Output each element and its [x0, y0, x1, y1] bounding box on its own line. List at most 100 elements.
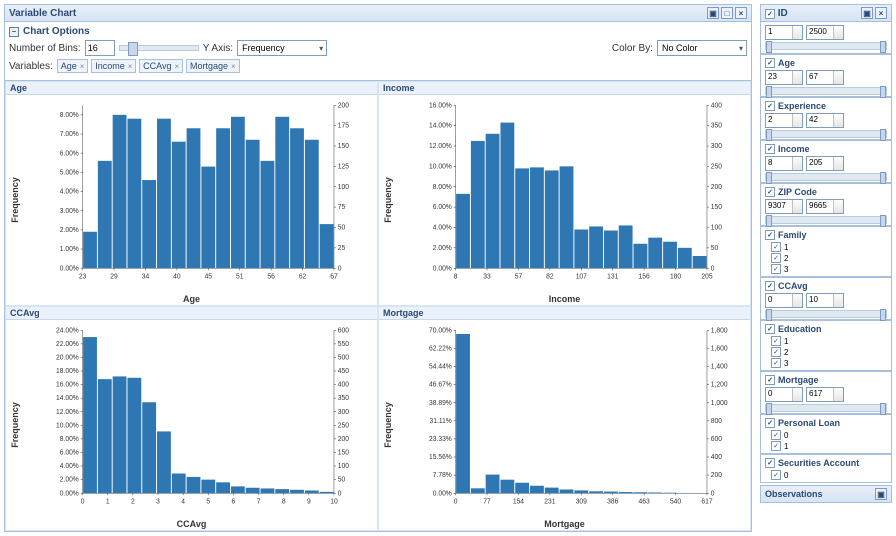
svg-text:0: 0: [711, 490, 715, 497]
options-label: Chart Options: [23, 26, 90, 37]
range-hi[interactable]: 2500: [806, 25, 844, 40]
range-lo[interactable]: 9307: [765, 199, 803, 214]
range-slider[interactable]: [765, 130, 887, 138]
filter-checkbox[interactable]: ✓: [765, 281, 775, 291]
filter-checkbox[interactable]: ✓: [765, 9, 775, 19]
svg-text:350: 350: [338, 395, 349, 402]
cat-checkbox[interactable]: ✓: [771, 242, 781, 252]
bar: [261, 488, 275, 493]
svg-text:56: 56: [267, 273, 275, 280]
variable-tag[interactable]: Mortgage×: [186, 59, 240, 73]
range-slider[interactable]: [765, 87, 887, 95]
range-hi[interactable]: 9665: [806, 199, 844, 214]
remove-icon[interactable]: ×: [80, 62, 85, 71]
filter-checkbox[interactable]: ✓: [765, 418, 775, 428]
svg-text:38.89%: 38.89%: [429, 400, 452, 407]
svg-text:1: 1: [106, 498, 110, 505]
numbins-input[interactable]: [85, 40, 115, 56]
svg-text:25: 25: [338, 245, 346, 252]
remove-icon[interactable]: ×: [175, 62, 180, 71]
svg-text:50: 50: [711, 245, 719, 252]
panel-collapse-icon[interactable]: ▣: [707, 7, 719, 19]
range-hi[interactable]: 67: [806, 70, 844, 85]
filter-name: Education: [778, 324, 822, 334]
cat-checkbox[interactable]: ✓: [771, 470, 781, 480]
svg-text:131: 131: [607, 273, 618, 280]
panel-close-icon[interactable]: ×: [735, 7, 747, 19]
filter-header-ID: ✓ ID▣×: [760, 4, 892, 22]
options-toggle[interactable]: −: [9, 27, 19, 37]
cat-checkbox[interactable]: ✓: [771, 441, 781, 451]
svg-text:150: 150: [711, 204, 722, 211]
bar: [246, 488, 260, 493]
filter-checkbox[interactable]: ✓: [765, 101, 775, 111]
range-lo[interactable]: 0: [765, 387, 803, 402]
bar: [216, 128, 230, 268]
filter-checkbox[interactable]: ✓: [765, 144, 775, 154]
range-lo[interactable]: 2: [765, 113, 803, 128]
variable-tag[interactable]: Income×: [91, 59, 136, 73]
chart-title: Age: [6, 82, 377, 95]
range-lo[interactable]: 8: [765, 156, 803, 171]
bar: [216, 482, 230, 493]
cat-checkbox[interactable]: ✓: [771, 336, 781, 346]
filter-checkbox[interactable]: ✓: [765, 324, 775, 334]
bar: [500, 480, 514, 494]
range-slider[interactable]: [765, 173, 887, 181]
cat-checkbox[interactable]: ✓: [771, 358, 781, 368]
range-slider[interactable]: [765, 404, 887, 412]
filter-checkbox[interactable]: ✓: [765, 458, 775, 468]
obs-collapse-icon[interactable]: ▣: [875, 488, 887, 500]
svg-text:54.44%: 54.44%: [429, 363, 452, 370]
svg-text:0: 0: [338, 490, 342, 497]
variables-label: Variables:: [9, 61, 53, 72]
range-lo[interactable]: 0: [765, 293, 803, 308]
svg-text:0: 0: [81, 498, 85, 505]
range-hi[interactable]: 617: [806, 387, 844, 402]
range-hi[interactable]: 10: [806, 293, 844, 308]
svg-text:23: 23: [79, 273, 87, 280]
range-hi[interactable]: 42: [806, 113, 844, 128]
svg-text:7: 7: [257, 498, 261, 505]
svg-text:22.00%: 22.00%: [56, 341, 79, 348]
yaxis-select[interactable]: Frequency: [237, 40, 327, 56]
filter-close-icon[interactable]: ×: [875, 7, 887, 19]
cat-label: 1: [784, 442, 788, 451]
svg-text:100: 100: [711, 224, 722, 231]
variable-tag[interactable]: Age×: [57, 59, 89, 73]
svg-text:16.00%: 16.00%: [56, 381, 79, 388]
colorby-select[interactable]: No Color: [657, 40, 747, 56]
svg-text:14.00%: 14.00%: [56, 395, 79, 402]
cat-checkbox[interactable]: ✓: [771, 264, 781, 274]
range-slider[interactable]: [765, 216, 887, 224]
filter-name: Family: [778, 230, 807, 240]
variable-tag[interactable]: CCAvg×: [139, 59, 183, 73]
bar: [560, 489, 574, 493]
cat-checkbox[interactable]: ✓: [771, 430, 781, 440]
filter-checkbox[interactable]: ✓: [765, 187, 775, 197]
remove-icon[interactable]: ×: [128, 62, 133, 71]
cat-checkbox[interactable]: ✓: [771, 347, 781, 357]
numbins-slider[interactable]: [119, 45, 199, 51]
chart-income: Income Frequency Income 0.00%2.00%4.00%6…: [378, 81, 751, 306]
cat-checkbox[interactable]: ✓: [771, 253, 781, 263]
svg-text:200: 200: [338, 436, 349, 443]
range-slider[interactable]: [765, 310, 887, 318]
svg-text:400: 400: [711, 102, 722, 109]
filter-checkbox[interactable]: ✓: [765, 230, 775, 240]
range-slider[interactable]: [765, 42, 887, 50]
chart-options-panel: − Chart Options Number of Bins: Y Axis: …: [4, 22, 752, 81]
bar: [261, 161, 275, 268]
remove-icon[interactable]: ×: [231, 62, 236, 71]
filter-collapse-icon[interactable]: ▣: [861, 7, 873, 19]
filter-checkbox[interactable]: ✓: [765, 58, 775, 68]
filter-checkbox[interactable]: ✓: [765, 375, 775, 385]
svg-text:154: 154: [513, 498, 524, 505]
range-lo[interactable]: 1: [765, 25, 803, 40]
bar: [648, 238, 662, 269]
range-lo[interactable]: 23: [765, 70, 803, 85]
range-hi[interactable]: 205: [806, 156, 844, 171]
bar: [157, 119, 171, 269]
bar: [187, 477, 201, 493]
panel-max-icon[interactable]: □: [721, 7, 733, 19]
